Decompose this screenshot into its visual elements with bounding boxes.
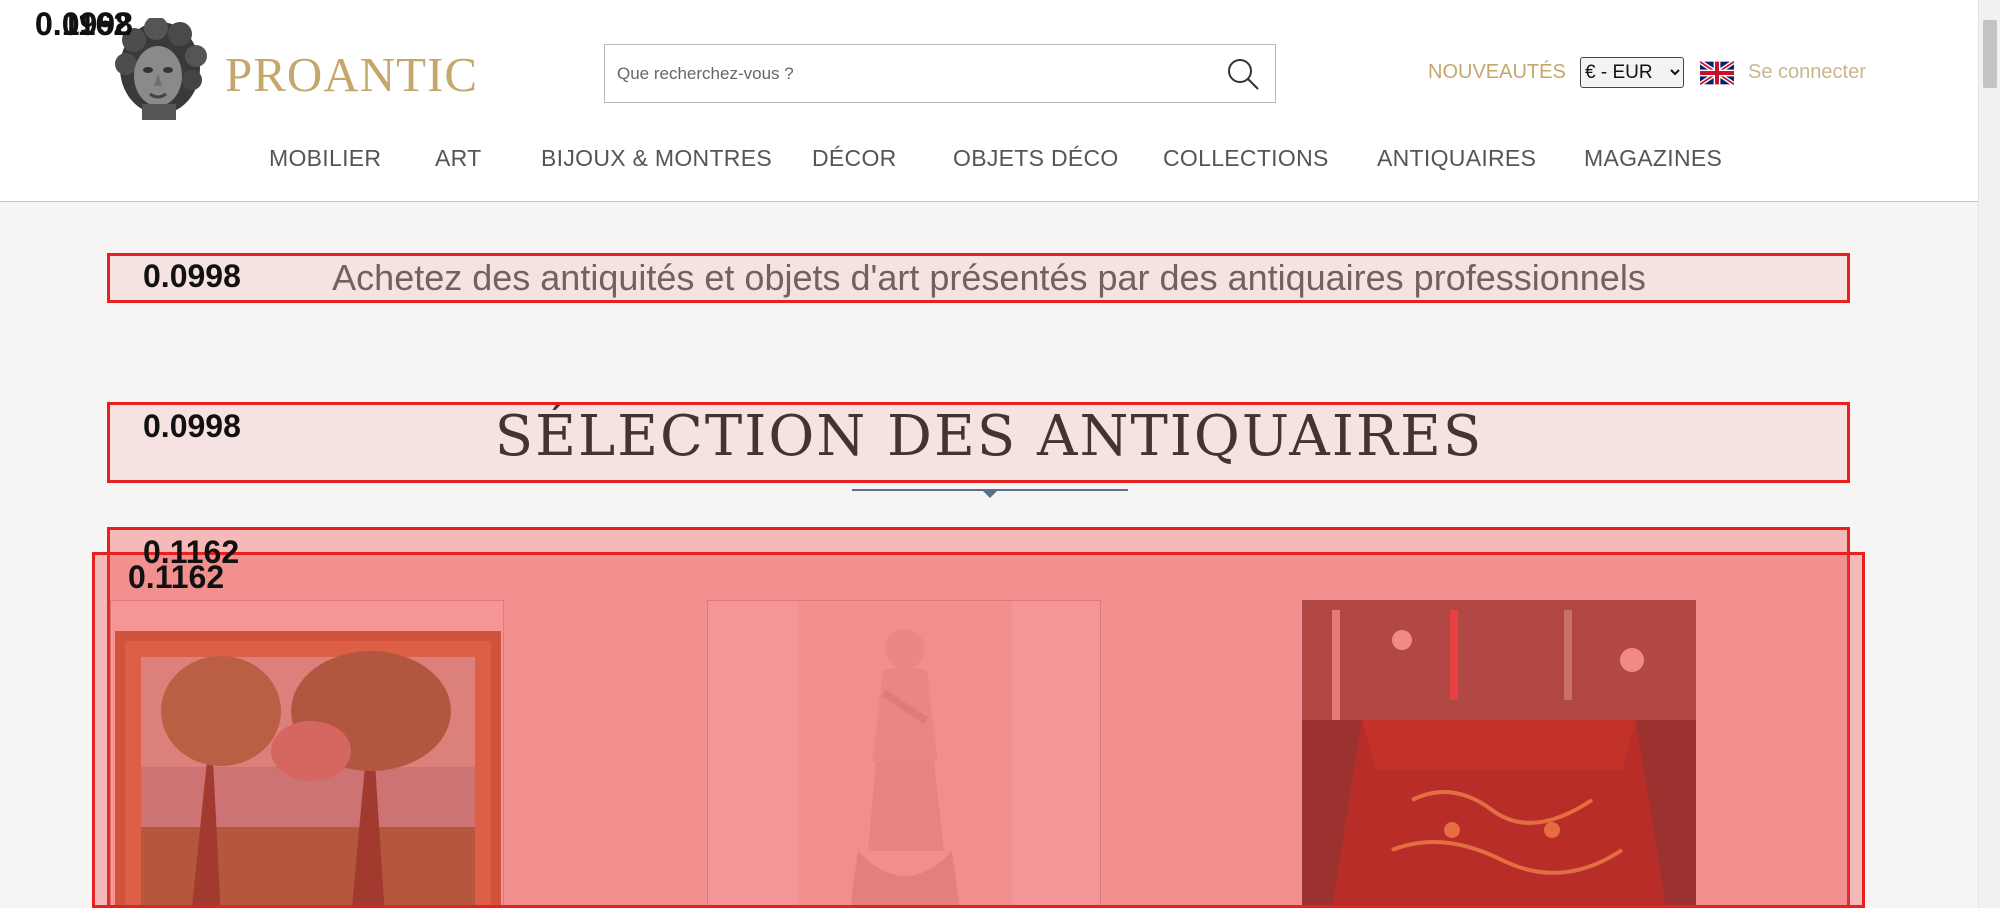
login-link[interactable]: Se connecter [1748,61,1866,84]
nav-item-mobilier[interactable]: MOBILIER [269,145,381,172]
uk-flag-icon[interactable] [1700,60,1734,86]
currency-select[interactable]: € - EUR [1580,57,1684,88]
nav-item-collections[interactable]: COLLECTIONS [1163,145,1329,172]
score-label-products-b: 0.1162 [128,559,225,595]
score-label-top-b: 0.0998 [35,6,133,42]
scrollbar-thumb[interactable] [1983,20,1997,88]
nav-item-magazines[interactable]: MAGAZINES [1584,145,1722,172]
search-icon [1228,58,1259,90]
search-input[interactable] [605,45,1211,102]
overlay-tagline [107,253,1850,303]
nav-item-antiquaires[interactable]: ANTIQUAIRES [1377,145,1536,172]
overlay-title [107,402,1850,483]
nav-item-decor[interactable]: DÉCOR [812,145,897,172]
nav-item-bijoux-montres[interactable]: BIJOUX & MONTRES [541,145,772,172]
overlay-products-b [92,552,1865,908]
page-scrollbar[interactable] [1978,0,2000,908]
search-bar [604,44,1276,103]
site-header: PROANTIC NOUVEAUTÉS € - EUR Se connecter… [0,0,1978,202]
logo-text[interactable]: PROANTIC [225,46,478,103]
score-label-title: 0.0998 [143,408,241,444]
score-label-tagline: 0.0998 [143,258,241,294]
new-arrivals-link[interactable]: NOUVEAUTÉS [1428,61,1566,84]
nav-item-objets-deco[interactable]: OBJETS DÉCO [953,145,1119,172]
title-divider-icon [852,489,1128,498]
nav-item-art[interactable]: ART [435,145,482,172]
search-button[interactable] [1211,45,1275,102]
main-nav: MOBILIER ART BIJOUX & MONTRES DÉCOR OBJE… [0,145,1978,185]
